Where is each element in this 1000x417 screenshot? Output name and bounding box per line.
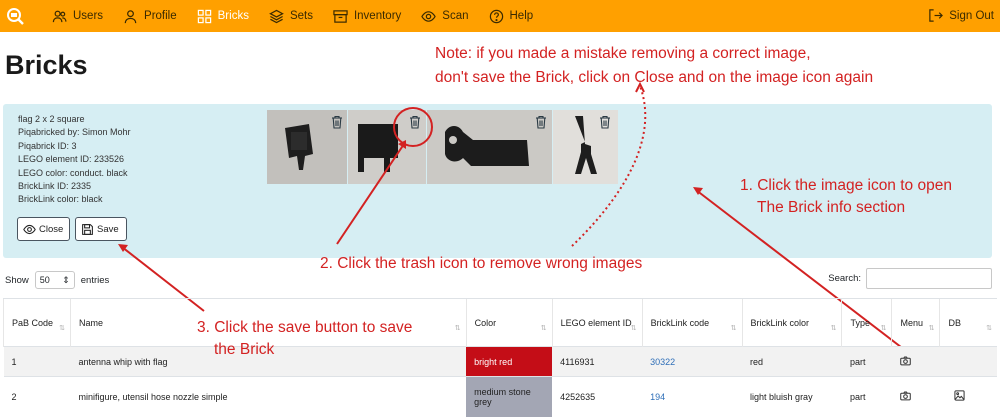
table-row[interactable]: 1 antenna whip with flag bright red 4116… — [3, 346, 997, 377]
arrow-to-trash — [336, 143, 405, 245]
dotted-arrow-note — [571, 85, 647, 247]
cell-color: medium stone grey — [466, 376, 553, 417]
annotation-step3-line2: the Brick — [214, 341, 275, 358]
search-control: Search: — [828, 268, 992, 289]
annotation-step3-line1: 3. Click the save button to save — [197, 319, 413, 336]
search-label: Search: — [828, 273, 861, 284]
cell-menu — [891, 346, 940, 377]
table-header-row: PaB Code ⇅ Name ⇅ Color ⇅ LEGO element ID ⇅ … — [3, 298, 997, 347]
sort-icon: ⇅ — [880, 325, 887, 332]
cell-color: bright red — [466, 346, 553, 377]
image-icon[interactable] — [954, 390, 965, 401]
col-header-pab-code[interactable]: PaB Code ⇅ — [3, 298, 71, 347]
cell-bricklink-code-link[interactable]: 194 — [642, 376, 743, 417]
entries-select-value: 50 — [39, 275, 50, 285]
show-label: Show — [5, 274, 29, 286]
cell-db — [939, 346, 997, 377]
show-entries-control: Show 50 ⇕ entries — [5, 271, 109, 289]
sort-icon: ⇅ — [630, 325, 637, 332]
sort-icon: ⇅ — [454, 325, 461, 332]
cell-lego-element-id: 4252635 — [552, 376, 643, 417]
cell-type: part — [841, 346, 892, 377]
camera-icon[interactable] — [900, 355, 911, 366]
table-row[interactable]: 2 minifigure, utensil hose nozzle simple… — [3, 376, 997, 417]
select-arrows-icon: ⇕ — [62, 274, 70, 285]
col-header-db[interactable]: DB ⇅ — [939, 298, 997, 347]
cell-type: part — [841, 376, 892, 417]
highlight-circle-trash — [393, 107, 433, 147]
sort-icon: ⇅ — [540, 325, 547, 332]
sort-icon: ⇅ — [928, 325, 935, 332]
col-header-type[interactable]: Type ⇅ — [841, 298, 892, 347]
col-header-bricklink-color[interactable]: BrickLink color ⇅ — [741, 298, 842, 347]
col-header-menu[interactable]: Menu ⇅ — [891, 298, 940, 347]
cell-pab-code: 1 — [3, 346, 71, 377]
cell-bricklink-code-link[interactable]: 30322 — [642, 346, 743, 377]
cell-db — [939, 376, 997, 417]
col-header-lego-element-id[interactable]: LEGO element ID ⇅ — [551, 298, 643, 347]
sort-icon: ⇅ — [830, 325, 837, 332]
cell-menu — [891, 376, 940, 417]
entries-select[interactable]: 50 ⇕ — [34, 271, 75, 289]
search-input[interactable] — [866, 268, 992, 289]
cell-lego-element-id: 4116931 — [552, 346, 643, 377]
col-header-color[interactable]: Color ⇅ — [465, 298, 553, 347]
sort-icon: ⇅ — [59, 325, 65, 332]
sort-icon: ⇅ — [986, 325, 992, 332]
col-header-bricklink-code[interactable]: BrickLink code ⇅ — [641, 298, 743, 347]
cell-pab-code: 2 — [3, 376, 71, 417]
annotation-step3: 3. Click the save button to save the Bri… — [197, 317, 412, 361]
camera-icon[interactable] — [900, 391, 911, 401]
cell-bricklink-color: light bluish gray — [742, 376, 842, 417]
sort-icon: ⇅ — [730, 325, 737, 332]
cell-name: minifigure, utensil hose nozzle simple — [70, 376, 467, 417]
bricks-table: PaB Code ⇅ Name ⇅ Color ⇅ LEGO element ID ⇅ … — [3, 298, 997, 417]
cell-bricklink-color: red — [742, 346, 842, 377]
entries-label: entries — [80, 274, 110, 286]
